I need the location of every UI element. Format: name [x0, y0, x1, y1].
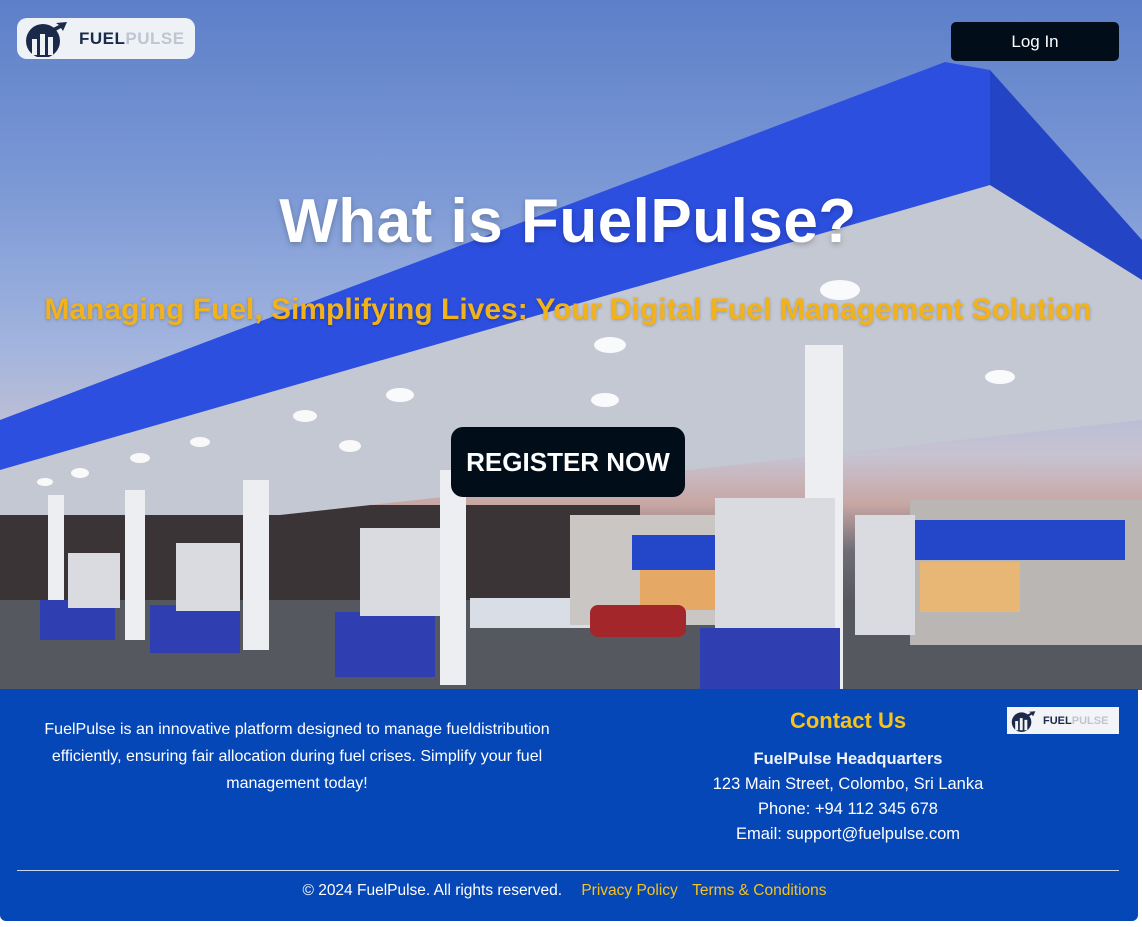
terms-conditions-link[interactable]: Terms & Conditions — [692, 882, 826, 899]
contact-email: Email: support@fuelpulse.com — [735, 825, 960, 843]
footer: FuelPulse is an innovative platform desi… — [0, 689, 1138, 921]
fuelpulse-logo-icon — [26, 21, 67, 57]
footer-divider — [17, 870, 1119, 871]
footer-logo: FUELPULSE — [1007, 707, 1119, 734]
gas-station-background-image — [0, 62, 1142, 690]
fuelpulse-logo-icon — [1011, 710, 1036, 732]
footer-about-text: FuelPulse is an innovative platform desi… — [44, 721, 550, 792]
footer-bottom-bar: © 2024 FuelPulse. All rights reserved. P… — [0, 882, 1134, 900]
hero-subtitle: Managing Fuel, Simplifying Lives: Your D… — [44, 293, 1092, 326]
fuelpulse-logo[interactable]: FUELPULSE — [17, 18, 195, 59]
logo-wordmark: FUELPULSE — [79, 28, 185, 48]
footer-logo-wordmark: FUELPULSE — [1043, 714, 1109, 727]
contact-phone: Phone: +94 112 345 678 — [758, 800, 938, 818]
hero-section: FUELPULSE Log In What is FuelPulse? Mana… — [0, 0, 1142, 690]
contact-section: Contact Us FuelPulse Headquarters 123 Ma… — [680, 708, 1016, 847]
login-button[interactable]: Log In — [951, 22, 1119, 61]
contact-headquarters: FuelPulse Headquarters — [753, 750, 943, 768]
privacy-policy-link[interactable]: Privacy Policy — [581, 882, 677, 899]
contact-title: Contact Us — [789, 708, 907, 733]
register-now-button[interactable]: REGISTER NOW — [451, 427, 685, 497]
copyright-text: © 2024 FuelPulse. All rights reserved. — [302, 882, 563, 899]
hero-title: What is FuelPulse? — [279, 187, 857, 256]
contact-address: 123 Main Street, Colombo, Sri Lanka — [712, 775, 984, 793]
